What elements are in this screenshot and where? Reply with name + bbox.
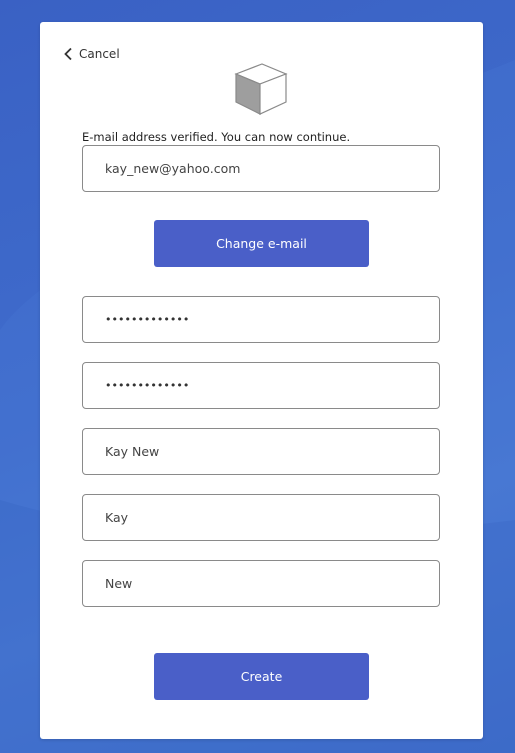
cancel-link[interactable]: Cancel — [63, 46, 120, 62]
create-button[interactable]: Create — [154, 653, 369, 700]
display-name-field[interactable] — [82, 428, 440, 475]
verification-message: E-mail address verified. You can now con… — [82, 130, 351, 144]
confirm-password-field[interactable] — [82, 362, 440, 409]
chevron-left-icon — [64, 47, 72, 61]
cancel-label: Cancel — [79, 47, 120, 61]
given-name-field[interactable] — [82, 494, 440, 541]
change-email-button[interactable]: Change e-mail — [154, 220, 369, 267]
cube-icon — [234, 63, 288, 115]
email-field[interactable] — [82, 145, 440, 192]
surname-field[interactable] — [82, 560, 440, 607]
signup-card: Cancel E-mail address verified. You can … — [40, 22, 483, 739]
password-field[interactable] — [82, 296, 440, 343]
